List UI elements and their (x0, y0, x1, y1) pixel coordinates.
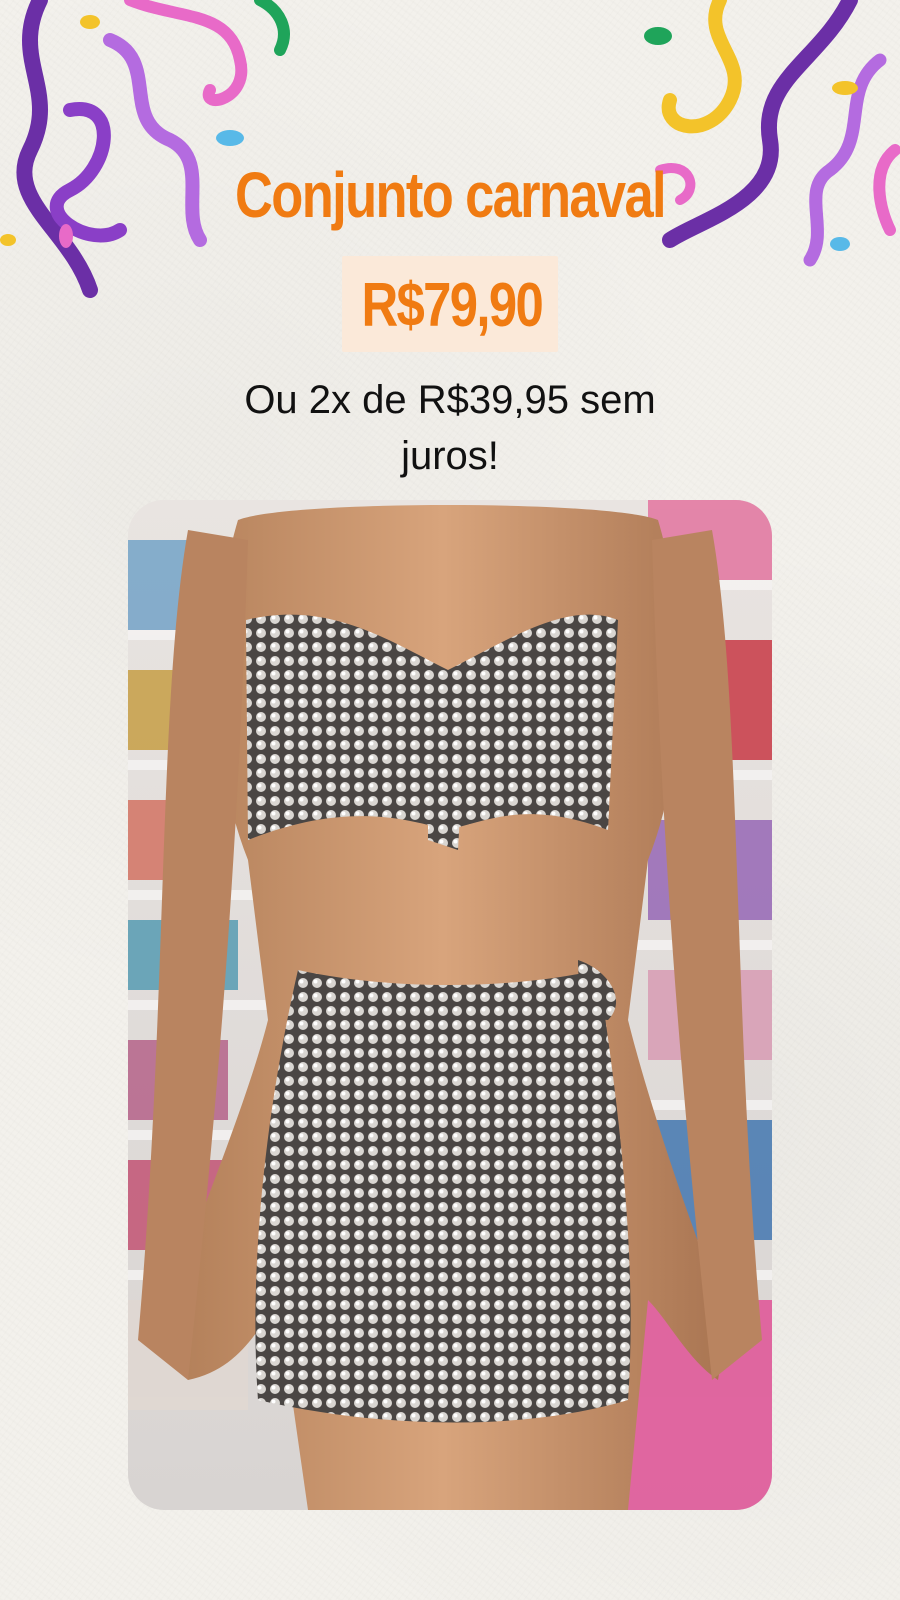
product-price: R$79,90 (361, 271, 543, 340)
installment-text: Ou 2x de R$39,95 sem juros! (244, 378, 656, 478)
product-title: Conjunto carnaval (235, 159, 667, 231)
product-photo-illustration (128, 500, 772, 1510)
product-photo (128, 500, 772, 1510)
confetti-right-icon (644, 0, 900, 267)
